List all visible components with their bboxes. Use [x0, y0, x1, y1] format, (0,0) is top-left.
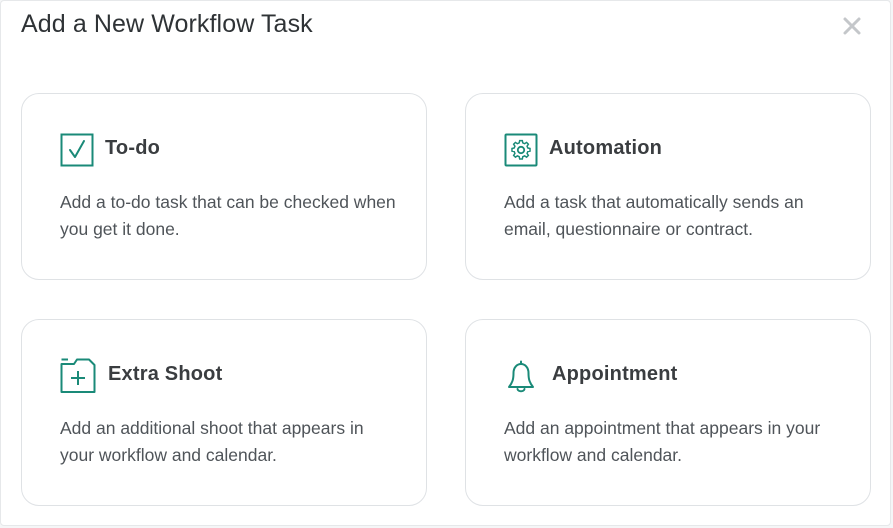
task-option-appointment[interactable]: Appointment Add an appointment that appe… — [465, 319, 871, 506]
gear-icon — [504, 132, 538, 168]
close-button[interactable] — [839, 13, 865, 39]
card-title: To-do — [105, 137, 161, 159]
close-icon — [843, 17, 861, 35]
card-description: Add an appointment that appears in your … — [504, 418, 821, 465]
card-title: Extra Shoot — [108, 363, 223, 385]
add-workflow-task-modal: Add a New Workflow Task To-do Add a to-d… — [0, 0, 891, 526]
modal-title: Add a New Workflow Task — [21, 10, 313, 38]
checkbox-check-icon — [60, 132, 94, 168]
card-description: Add an additional shoot that appears in … — [60, 418, 364, 465]
folder-plus-icon — [60, 358, 96, 394]
card-title: Automation — [549, 137, 663, 159]
card-title: Appointment — [552, 363, 678, 385]
task-option-extra-shoot[interactable]: Extra Shoot Add an additional shoot that… — [21, 319, 427, 506]
task-option-todo[interactable]: To-do Add a to-do task that can be check… — [21, 93, 427, 280]
bell-icon — [504, 358, 538, 394]
card-description: Add a to-do task that can be checked whe… — [60, 192, 396, 239]
task-option-automation[interactable]: Automation Add a task that automatically… — [465, 93, 871, 280]
card-description: Add a task that automatically sends an e… — [504, 192, 804, 239]
